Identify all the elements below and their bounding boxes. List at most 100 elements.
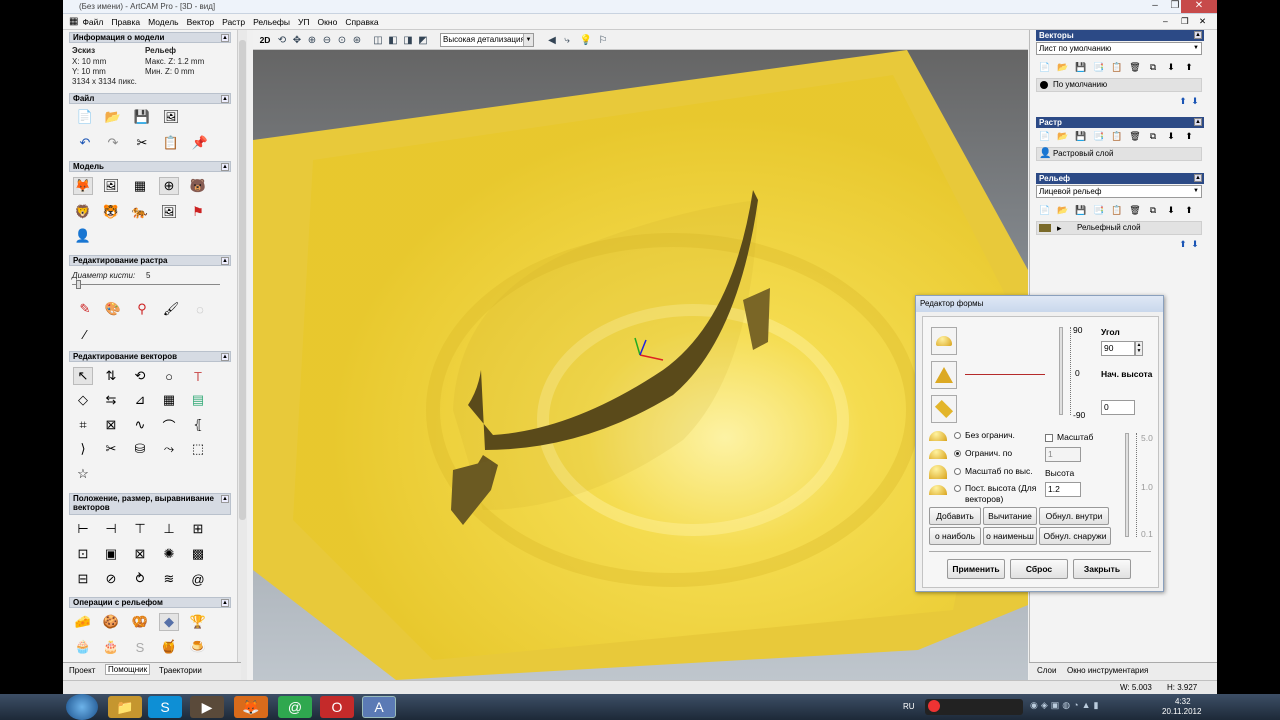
scale-vector-icon[interactable]: ⊿ — [130, 391, 150, 409]
center-page-icon[interactable]: ▣ — [101, 545, 121, 563]
view-2d-button[interactable]: 2D — [257, 33, 273, 47]
relief-layer-row[interactable]: ▸ Рельефный слой — [1036, 221, 1202, 235]
file-header[interactable]: Файл ▲ — [69, 93, 231, 104]
icq-icon[interactable]: @ — [278, 696, 312, 718]
brush-slider-track[interactable] — [72, 284, 220, 285]
language-indicator[interactable]: RU — [903, 702, 915, 711]
raster-edit-header[interactable]: Редактирование растра ▲ — [69, 255, 231, 266]
cylinder-icon[interactable]: ⛁ — [130, 440, 150, 458]
app-icon[interactable]: ▦ — [69, 16, 78, 27]
circle-icon[interactable]: ○ — [159, 367, 179, 385]
explorer-icon[interactable]: 📁 — [108, 696, 142, 718]
brush-fill-icon[interactable]: 🖌 — [161, 300, 181, 318]
lion-icon[interactable]: 🦁 — [73, 203, 93, 221]
left-scrollbar[interactable] — [237, 30, 247, 680]
wave-icon[interactable]: ∿ — [130, 416, 150, 434]
raster-copy-icon[interactable]: 📑 — [1092, 130, 1106, 142]
option-limit-radio[interactable] — [954, 450, 961, 457]
add-button[interactable]: Добавить — [929, 507, 981, 525]
angle-slider[interactable] — [1059, 327, 1063, 415]
vector-sheet-select[interactable]: Лист по умолчанию ▼ — [1036, 42, 1202, 55]
copy-layer-icon[interactable]: 📑 — [1092, 61, 1106, 73]
relief-paste-icon[interactable]: 📋 — [1110, 204, 1124, 216]
tab-toolpaths[interactable]: Траектории — [159, 666, 202, 675]
relief-sculpt-icon[interactable]: 🏆 — [188, 613, 208, 631]
model-size-icon[interactable]: 🦊 — [73, 177, 93, 195]
relief-save-icon[interactable]: 💾 — [1074, 204, 1088, 216]
new-layer-icon[interactable]: 📄 — [1038, 61, 1052, 73]
vector-layer-row[interactable]: По умолчанию — [1036, 78, 1202, 92]
top-view-icon[interactable]: ◩ — [416, 33, 430, 47]
resize-icon[interactable]: ⊠ — [130, 545, 150, 563]
raster-merge-icon[interactable]: ⧉ — [1146, 130, 1160, 142]
eraser-icon[interactable]: ◌ — [190, 300, 210, 318]
scale-slider[interactable] — [1125, 433, 1129, 537]
skype-icon[interactable]: S — [148, 696, 182, 718]
menu-vector[interactable]: Вектор — [187, 17, 214, 27]
align-bottom-icon[interactable]: ⊥ — [159, 520, 179, 538]
option-const-radio[interactable] — [954, 485, 961, 492]
prev-view-icon[interactable]: ◀ — [545, 33, 559, 47]
light-icon[interactable]: 💡 — [579, 33, 593, 47]
rotate-icon[interactable]: ✺ — [159, 545, 179, 563]
offset-icon[interactable]: ⊟ — [73, 570, 93, 588]
relief-sub-icon[interactable]: 🥨 — [130, 613, 150, 631]
node-edit-icon[interactable]: ⇅ — [101, 367, 121, 385]
inner-minimize[interactable]: – — [1163, 16, 1168, 26]
raster-up-icon[interactable]: ⬆ — [1182, 130, 1196, 142]
artcam-taskbar-icon[interactable]: A — [362, 696, 396, 718]
import-icon[interactable]: 🖼 — [161, 108, 181, 126]
align-top-icon[interactable]: ⊤ — [130, 520, 150, 538]
save-icon[interactable]: 💾 — [132, 108, 152, 126]
scale-checkbox[interactable] — [1045, 434, 1053, 442]
menu-model[interactable]: Модель — [148, 17, 179, 27]
relief-smooth-icon[interactable]: 🧁 — [73, 638, 93, 656]
eyedropper-icon[interactable]: ⚲ — [132, 300, 152, 318]
recorder-widget[interactable] — [925, 699, 1023, 715]
clock-time[interactable]: 4:32 — [1175, 697, 1191, 706]
nesting-icon[interactable]: ▩ — [188, 545, 208, 563]
grid-vector-icon[interactable]: ▦ — [159, 391, 179, 409]
detail-select[interactable]: Высокая детализация ▼ — [440, 33, 534, 47]
angle-spinner[interactable]: ▲ ▼ — [1135, 341, 1143, 356]
open-layer-icon[interactable]: 📂 — [1056, 61, 1070, 73]
zoom-box-icon[interactable]: ⊛ — [350, 33, 364, 47]
side-view-icon[interactable]: ◨ — [401, 33, 415, 47]
vector-down-icon[interactable]: ⬇ — [1188, 95, 1202, 107]
pencil-icon[interactable]: ✎ — [75, 300, 95, 318]
delete-layer-icon[interactable]: 🗑 — [1128, 61, 1142, 73]
subtract-button[interactable]: Вычитание — [983, 507, 1037, 525]
zoom-fit-icon[interactable]: ⊙ — [335, 33, 349, 47]
relief-scale-icon[interactable]: 🎂 — [101, 638, 121, 656]
checker-icon[interactable]: ▦ — [130, 177, 150, 195]
tab-project[interactable]: Проект — [69, 666, 95, 675]
menu-help[interactable]: Справка — [345, 17, 378, 27]
relief-layer-down-icon[interactable]: ⬇ — [1188, 238, 1202, 250]
origin-icon[interactable]: ⊕ — [159, 177, 179, 195]
align-right-icon[interactable]: ⊣ — [101, 520, 121, 538]
apply-button[interactable]: Применить — [947, 559, 1005, 579]
star-icon[interactable]: ☆ — [73, 465, 93, 483]
angle-input[interactable]: 90 — [1101, 341, 1135, 356]
cut-icon[interactable]: ✂ — [132, 134, 152, 152]
tiger-icon[interactable]: 🐅 — [130, 203, 150, 221]
fill-icon[interactable]: 🎨 — [103, 300, 123, 318]
relief-open-icon[interactable]: 📂 — [1056, 204, 1070, 216]
bear-icon[interactable]: 🐻 — [188, 177, 208, 195]
reset-button[interactable]: Сброс — [1010, 559, 1068, 579]
line-tool-icon[interactable]: ∕ — [75, 325, 95, 343]
align-left-icon[interactable]: ⊢ — [73, 520, 93, 538]
zero-inside-button[interactable]: Обнул. внутри — [1039, 507, 1109, 525]
menu-reliefs[interactable]: Рельефы — [253, 17, 290, 27]
rotate-view-icon[interactable]: ⟲ — [275, 33, 289, 47]
merge-layer-icon[interactable]: ⧉ — [1146, 61, 1160, 73]
break-icon[interactable]: ✂ — [101, 440, 121, 458]
bracket-icon[interactable]: ⦃ — [188, 416, 208, 434]
model-info-header[interactable]: Информация о модели ▲ — [69, 32, 231, 43]
undo-icon[interactable]: ↶ — [75, 134, 95, 152]
position-header[interactable]: Положение, размер, выравнивание векторов… — [69, 493, 231, 515]
layer-down-icon[interactable]: ⬇ — [1164, 61, 1178, 73]
flag-icon[interactable]: ⚑ — [188, 203, 208, 221]
vector-edit-header[interactable]: Редактирование векторов ▲ — [69, 351, 231, 362]
pan-icon[interactable]: ✥ — [290, 33, 304, 47]
